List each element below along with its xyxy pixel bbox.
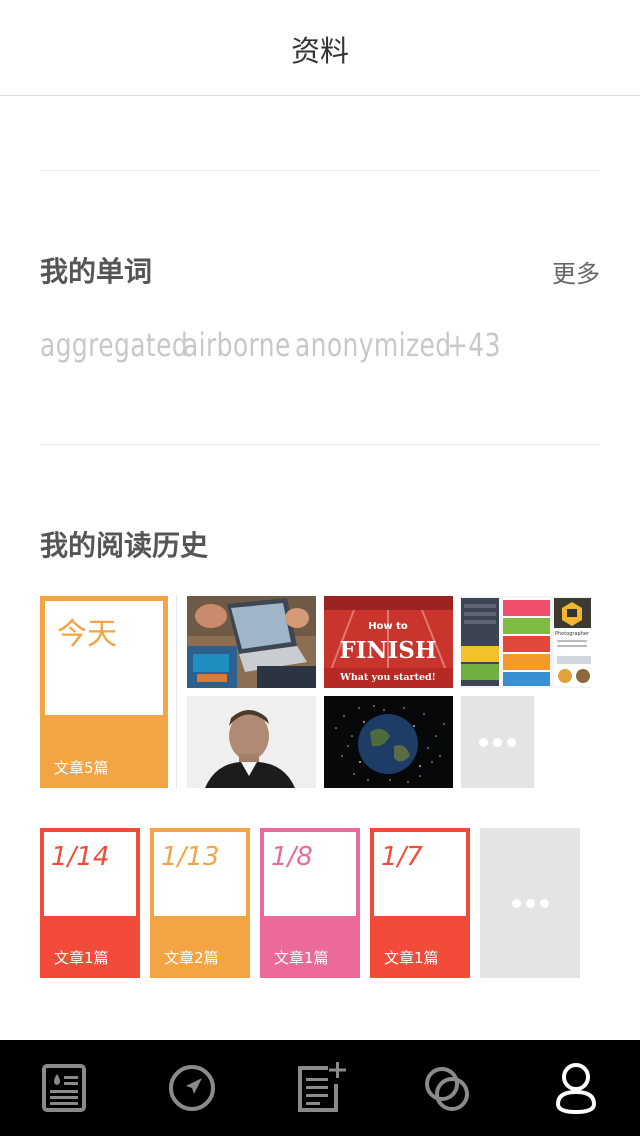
tab-circles[interactable]: [420, 1060, 476, 1116]
more-history-tile[interactable]: [461, 696, 534, 788]
page-title: 资料: [290, 33, 349, 68]
history-day-count: 文章2篇: [164, 949, 219, 967]
how-to-finish-photo[interactable]: How to FINISH What you started!: [324, 596, 453, 688]
today-label: 今天: [57, 617, 117, 652]
tab-profile[interactable]: [548, 1060, 604, 1116]
history-day-card[interactable]: 1/8 文章1篇: [260, 828, 360, 978]
bottom-tab-bar: [0, 1040, 640, 1136]
thumb-text-photographer: Photographer: [555, 631, 590, 637]
history-day-card[interactable]: 1/13 文章2篇: [150, 828, 250, 978]
more-dots-icon: [511, 898, 549, 908]
today-history-card[interactable]: 今天 文章5篇: [40, 596, 168, 788]
more-dots-icon: [479, 737, 516, 747]
word-chip[interactable]: airborne: [183, 326, 291, 364]
word-chip[interactable]: anonymized: [295, 326, 451, 364]
thumb-text-how-to: How to: [368, 621, 408, 632]
history-day-count: 文章1篇: [384, 949, 439, 967]
history-day-date: 1/8: [271, 842, 313, 872]
laptop-workspace-photo[interactable]: [187, 596, 316, 688]
profile-user-icon: [555, 1063, 597, 1115]
today-card-inner: 今天: [45, 601, 163, 715]
history-day-card[interactable]: 1/7 文章1篇: [370, 828, 470, 978]
thumb-text-finish: FINISH: [339, 637, 436, 664]
history-day-date: 1/13: [161, 842, 220, 872]
history-day-count: 文章1篇: [274, 949, 329, 967]
more-words-count[interactable]: +43: [447, 326, 501, 364]
word-chip[interactable]: aggregated: [40, 326, 188, 364]
tab-notes[interactable]: [292, 1060, 348, 1116]
word-list: aggregated airborne anonymized +43: [40, 322, 507, 368]
note-add-icon: [298, 1062, 346, 1112]
earth-space-debris-photo[interactable]: [324, 696, 453, 788]
man-portrait-photo[interactable]: [187, 696, 316, 788]
today-article-count: 文章5篇: [54, 759, 109, 777]
thumb-text-what-you-started: What you started!: [339, 672, 436, 683]
tab-discover[interactable]: [164, 1060, 220, 1116]
compass-navigate-icon: [169, 1065, 215, 1111]
divider: [40, 170, 600, 171]
tab-newspaper[interactable]: [36, 1060, 92, 1116]
newspaper-icon: [42, 1064, 86, 1112]
history-day-count: 文章1篇: [54, 949, 109, 967]
history-section-title: 我的阅读历史: [40, 529, 209, 562]
words-section-title: 我的单词: [40, 255, 153, 288]
more-days-tile[interactable]: [480, 828, 580, 978]
history-day-card[interactable]: 1/14 文章1篇: [40, 828, 140, 978]
more-words-link[interactable]: 更多: [552, 254, 600, 289]
header-bar: 资料: [0, 0, 640, 96]
app-screenshots-photo[interactable]: Photographer: [461, 596, 591, 688]
history-day-date: 1/7: [381, 842, 423, 872]
divider: [40, 444, 600, 445]
circles-overlap-icon: [425, 1067, 469, 1111]
history-day-date: 1/14: [51, 842, 110, 872]
vertical-divider: [176, 596, 177, 788]
